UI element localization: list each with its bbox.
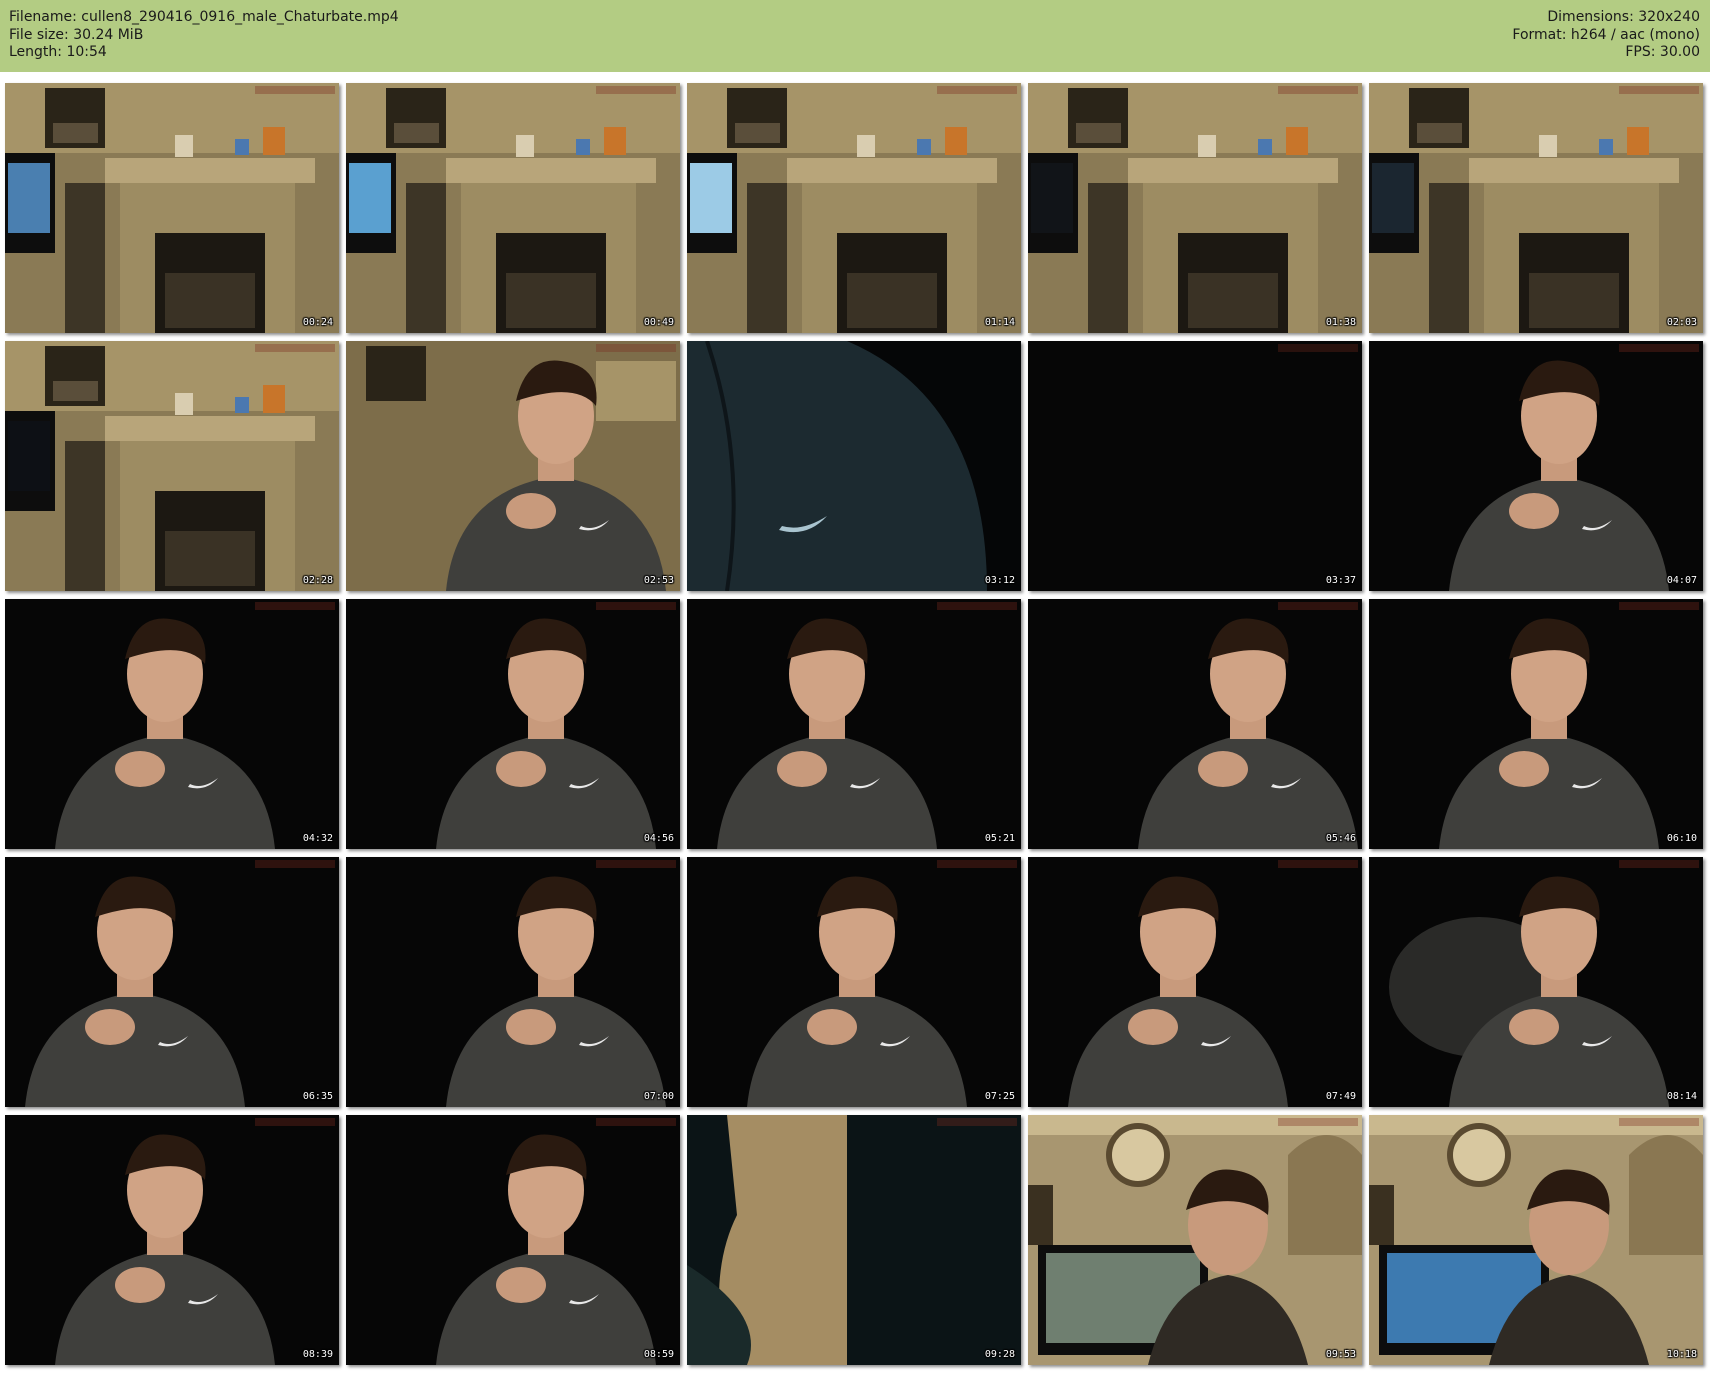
thumbnail-frame-image xyxy=(1028,83,1362,333)
thumbnail-timestamp: 09:53 xyxy=(1325,1349,1356,1360)
thumbnail-timestamp: 09:28 xyxy=(984,1349,1015,1360)
thumbnail-timestamp: 10:18 xyxy=(1666,1349,1697,1360)
thumbnail-timestamp: 07:00 xyxy=(643,1091,674,1102)
thumbnail-frame-image xyxy=(1369,599,1703,849)
thumbnail-frame-image xyxy=(346,83,680,333)
video-thumbnail[interactable]: 08:39 xyxy=(5,1115,339,1365)
thumbnail-frame-image xyxy=(687,599,1021,849)
thumbnail-timestamp: 04:32 xyxy=(302,833,333,844)
video-thumbnail[interactable]: 07:25 xyxy=(687,857,1021,1107)
thumbnail-timestamp: 04:56 xyxy=(643,833,674,844)
thumbnail-timestamp: 02:03 xyxy=(1666,317,1697,328)
video-thumbnail[interactable]: 05:46 xyxy=(1028,599,1362,849)
video-thumbnail[interactable]: 08:14 xyxy=(1369,857,1703,1107)
video-thumbnail[interactable]: 00:24 xyxy=(5,83,339,333)
video-thumbnail[interactable]: 02:03 xyxy=(1369,83,1703,333)
thumbnail-frame-image xyxy=(346,1115,680,1365)
thumbnail-timestamp: 08:59 xyxy=(643,1349,674,1360)
filename-text: Filename: cullen8_290416_0916_male_Chatu… xyxy=(9,9,399,25)
video-thumbnail[interactable]: 06:35 xyxy=(5,857,339,1107)
thumbnail-frame-image xyxy=(5,341,339,591)
thumbnail-timestamp: 05:46 xyxy=(1325,833,1356,844)
thumbnail-frame-image xyxy=(5,1115,339,1365)
file-info-right: Dimensions: 320x240 Format: h264 / aac (… xyxy=(1512,9,1700,62)
thumbnail-frame-image xyxy=(687,341,1021,591)
video-thumbnail[interactable]: 02:28 xyxy=(5,341,339,591)
video-thumbnail[interactable]: 00:49 xyxy=(346,83,680,333)
thumbnail-frame-image xyxy=(1369,1115,1703,1365)
video-thumbnail[interactable]: 03:12 xyxy=(687,341,1021,591)
thumbnail-timestamp: 00:49 xyxy=(643,317,674,328)
video-thumbnail[interactable]: 04:07 xyxy=(1369,341,1703,591)
thumbnail-frame-image xyxy=(1028,599,1362,849)
thumbnail-frame-image xyxy=(1369,341,1703,591)
thumbnail-frame-image xyxy=(1028,857,1362,1107)
video-thumbnail[interactable]: 01:14 xyxy=(687,83,1021,333)
thumbnail-frame-image xyxy=(346,341,680,591)
thumbnail-grid: 00:24 00:49 01:14 01:38 02:03 02:28 02:53 03:12… xyxy=(0,72,1710,1373)
video-thumbnail[interactable]: 10:18 xyxy=(1369,1115,1703,1365)
video-thumbnail[interactable]: 07:00 xyxy=(346,857,680,1107)
video-thumbnail[interactable]: 04:56 xyxy=(346,599,680,849)
thumbnail-frame-image xyxy=(5,599,339,849)
video-thumbnail[interactable]: 09:53 xyxy=(1028,1115,1362,1365)
video-thumbnail[interactable]: 07:49 xyxy=(1028,857,1362,1107)
video-thumbnail[interactable]: 03:37 xyxy=(1028,341,1362,591)
dimensions-text: Dimensions: 320x240 xyxy=(1547,9,1700,25)
thumbnail-frame-image xyxy=(687,857,1021,1107)
thumbnail-timestamp: 06:35 xyxy=(302,1091,333,1102)
filesize-text: File size: 30.24 MiB xyxy=(9,26,144,43)
video-thumbnail[interactable]: 08:59 xyxy=(346,1115,680,1365)
thumbnail-frame-image xyxy=(346,599,680,849)
thumbnail-timestamp: 07:49 xyxy=(1325,1091,1356,1102)
thumbnail-frame-image xyxy=(687,1115,1021,1365)
fps-text: FPS: 30.00 xyxy=(1625,44,1700,60)
info-header: Filename: cullen8_290416_0916_male_Chatu… xyxy=(0,0,1710,72)
thumbnail-timestamp: 06:10 xyxy=(1666,833,1697,844)
thumbnail-timestamp: 02:28 xyxy=(302,575,333,586)
thumbnail-timestamp: 08:14 xyxy=(1666,1091,1697,1102)
thumbnail-timestamp: 01:38 xyxy=(1325,317,1356,328)
thumbnail-frame-image xyxy=(5,857,339,1107)
thumbnail-timestamp: 07:25 xyxy=(984,1091,1015,1102)
length-text: Length: 10:54 xyxy=(9,44,107,60)
thumbnail-timestamp: 05:21 xyxy=(984,833,1015,844)
thumbnail-frame-image xyxy=(5,83,339,333)
video-thumbnail[interactable]: 01:38 xyxy=(1028,83,1362,333)
thumbnail-frame-image xyxy=(1369,83,1703,333)
thumbnail-frame-image xyxy=(687,83,1021,333)
thumbnail-frame-image xyxy=(1028,1115,1362,1365)
thumbnail-frame-image xyxy=(1028,341,1362,591)
file-info-left: Filename: cullen8_290416_0916_male_Chatu… xyxy=(9,9,399,62)
video-thumbnail[interactable]: 02:53 xyxy=(346,341,680,591)
thumbnail-timestamp: 04:07 xyxy=(1666,575,1697,586)
thumbnail-timestamp: 00:24 xyxy=(302,317,333,328)
video-thumbnail[interactable]: 06:10 xyxy=(1369,599,1703,849)
thumbnail-timestamp: 03:37 xyxy=(1325,575,1356,586)
thumbnail-frame-image xyxy=(346,857,680,1107)
thumbnail-timestamp: 08:39 xyxy=(302,1349,333,1360)
format-text: Format: h264 / aac (mono) xyxy=(1512,26,1700,43)
thumbnail-timestamp: 03:12 xyxy=(984,575,1015,586)
thumbnail-timestamp: 02:53 xyxy=(643,575,674,586)
video-thumbnail[interactable]: 04:32 xyxy=(5,599,339,849)
thumbnail-frame-image xyxy=(1369,857,1703,1107)
video-thumbnail[interactable]: 09:28 xyxy=(687,1115,1021,1365)
thumbnail-timestamp: 01:14 xyxy=(984,317,1015,328)
video-thumbnail[interactable]: 05:21 xyxy=(687,599,1021,849)
